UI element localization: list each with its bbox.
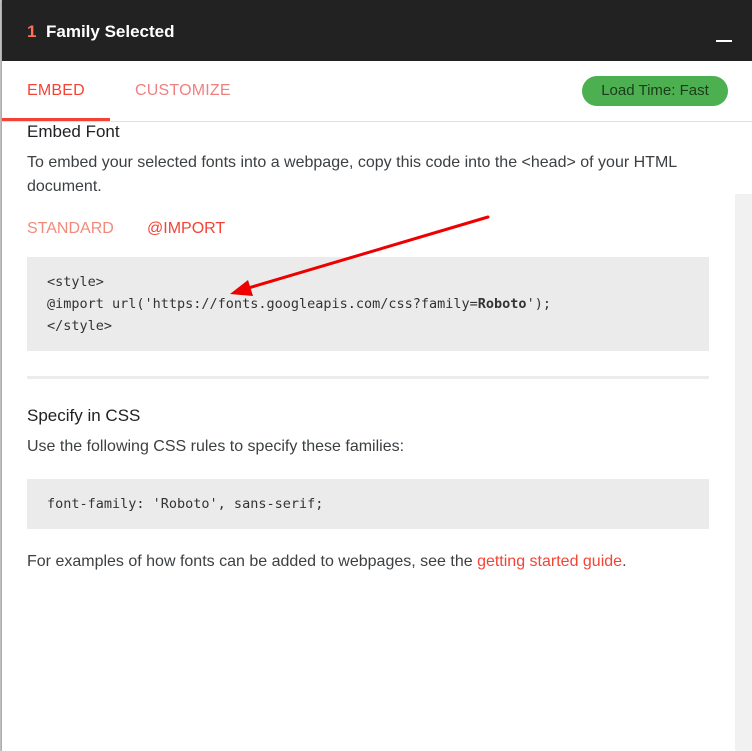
drawer-title: Family Selected: [46, 22, 175, 41]
footer-text-before: For examples of how fonts can be added t…: [27, 553, 478, 570]
scrollbar-thumb[interactable]: [735, 122, 752, 194]
specify-description: Use the following CSS rules to specify t…: [27, 438, 405, 455]
code-import-suffix: ');: [526, 296, 551, 312]
embed-description: To embed your selected fonts into a webp…: [27, 154, 677, 195]
tab-bar: EMBED CUSTOMIZE Load Time: Fast: [2, 61, 752, 122]
css-code-block[interactable]: font-family: 'Roboto', sans-serif;: [27, 479, 709, 529]
load-time-badge: Load Time: Fast: [582, 76, 728, 106]
embed-font-heading: Embed Font: [27, 122, 120, 141]
section-divider: [27, 376, 709, 379]
footer-text-after: .: [622, 553, 627, 570]
selected-count: 1: [27, 22, 37, 41]
css-code-line: font-family: 'Roboto', sans-serif;: [47, 496, 324, 512]
code-line-style-close: </style>: [47, 318, 113, 334]
footer-text: For examples of how fonts can be added t…: [27, 550, 707, 574]
code-import-prefix: @import url('https://fonts.googleapis.co…: [47, 296, 478, 312]
font-selection-drawer: 1 Family Selected EMBED CUSTOMIZE Load T…: [2, 0, 752, 751]
scrollbar-track[interactable]: [735, 122, 752, 751]
tab-customize[interactable]: CUSTOMIZE: [135, 82, 231, 100]
tab-embed[interactable]: EMBED: [27, 82, 85, 100]
subtab-import[interactable]: @IMPORT: [147, 220, 225, 238]
minimize-icon[interactable]: [716, 28, 732, 42]
code-line-style-open: <style>: [47, 274, 104, 290]
subtab-standard[interactable]: STANDARD: [27, 220, 114, 238]
getting-started-link[interactable]: getting started guide: [477, 553, 622, 570]
drawer-header[interactable]: 1 Family Selected: [2, 0, 752, 61]
active-tab-indicator: [2, 118, 110, 121]
specify-css-heading: Specify in CSS: [27, 406, 141, 425]
code-line-import: @import url('https://fonts.googleapis.co…: [47, 296, 551, 312]
code-import-family: Roboto: [477, 296, 527, 312]
embed-code-block[interactable]: <style> @import url('https://fonts.googl…: [27, 257, 709, 351]
